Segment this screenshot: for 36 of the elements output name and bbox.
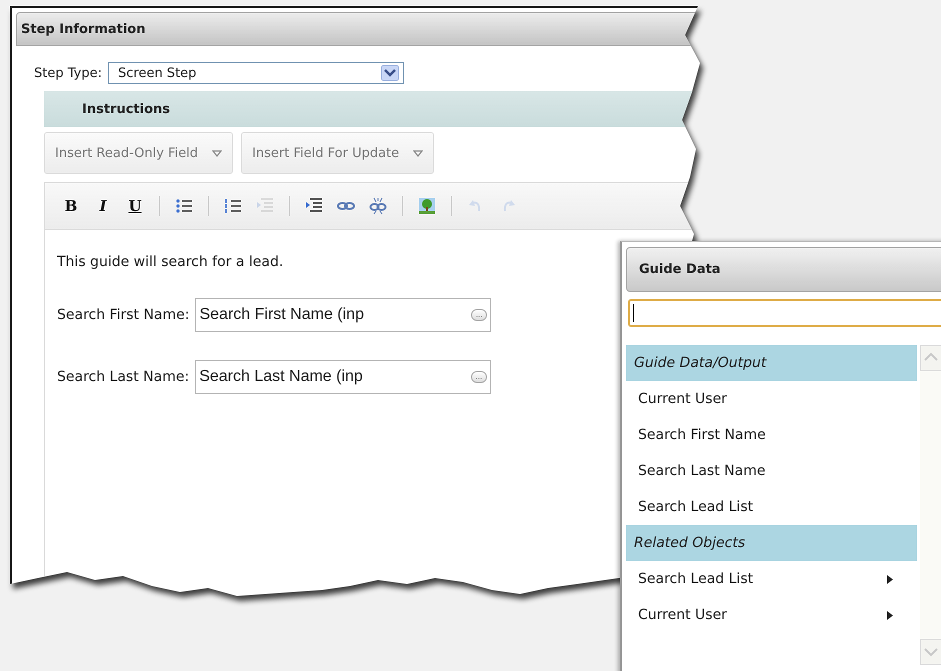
field-label: Search First Name: [57,307,190,323]
insert-field-button[interactable]: Insert Read-Only Field [44,132,234,174]
merge-field-input[interactable]: Search Last Name (inp ... [195,360,492,394]
unlink-icon[interactable] [368,197,388,215]
more-button[interactable]: ... [470,371,488,383]
list-item[interactable]: Current User [626,381,917,417]
list-item[interactable]: Search Last Name [626,453,917,489]
format-button[interactable]: B [57,197,85,215]
list-item[interactable]: Current User [626,597,917,633]
bulleted-list-icon[interactable] [174,197,194,215]
list-item[interactable]: Search Lead List [626,561,917,597]
caret-icon [413,150,424,156]
merge-field-input[interactable]: Search First Name (inp ... [195,298,492,332]
scrollbar[interactable] [920,345,941,665]
editor-text: This guide will search for a lead. [57,254,284,270]
image-icon[interactable] [417,197,437,215]
list-item[interactable]: Search First Name [626,417,917,453]
insert-field-button[interactable]: Insert Field For Update [241,132,434,174]
numbered-list-icon[interactable] [223,197,243,215]
caret-icon [212,150,222,156]
list-item[interactable]: Search Lead List [626,489,917,525]
step-type-dropdown[interactable]: Screen Step [108,62,404,84]
step-type-label: Step Type: [34,66,102,80]
section-title: Instructions [82,102,170,116]
search-field[interactable] [628,299,941,327]
scroll-down-icon[interactable] [920,639,941,665]
panel-title: Guide Data [639,262,721,277]
panel-title: Step Information [21,22,146,36]
field-label: Search Last Name: [57,369,190,385]
list-group-header: Related Objects [626,525,917,561]
format-button[interactable]: U [121,197,149,215]
format-button[interactable]: I [89,197,117,215]
indent-icon[interactable] [304,197,324,215]
list-group-header: Guide Data/Output [626,345,917,381]
more-button[interactable]: ... [470,309,488,321]
scroll-up-icon[interactable] [920,345,941,371]
